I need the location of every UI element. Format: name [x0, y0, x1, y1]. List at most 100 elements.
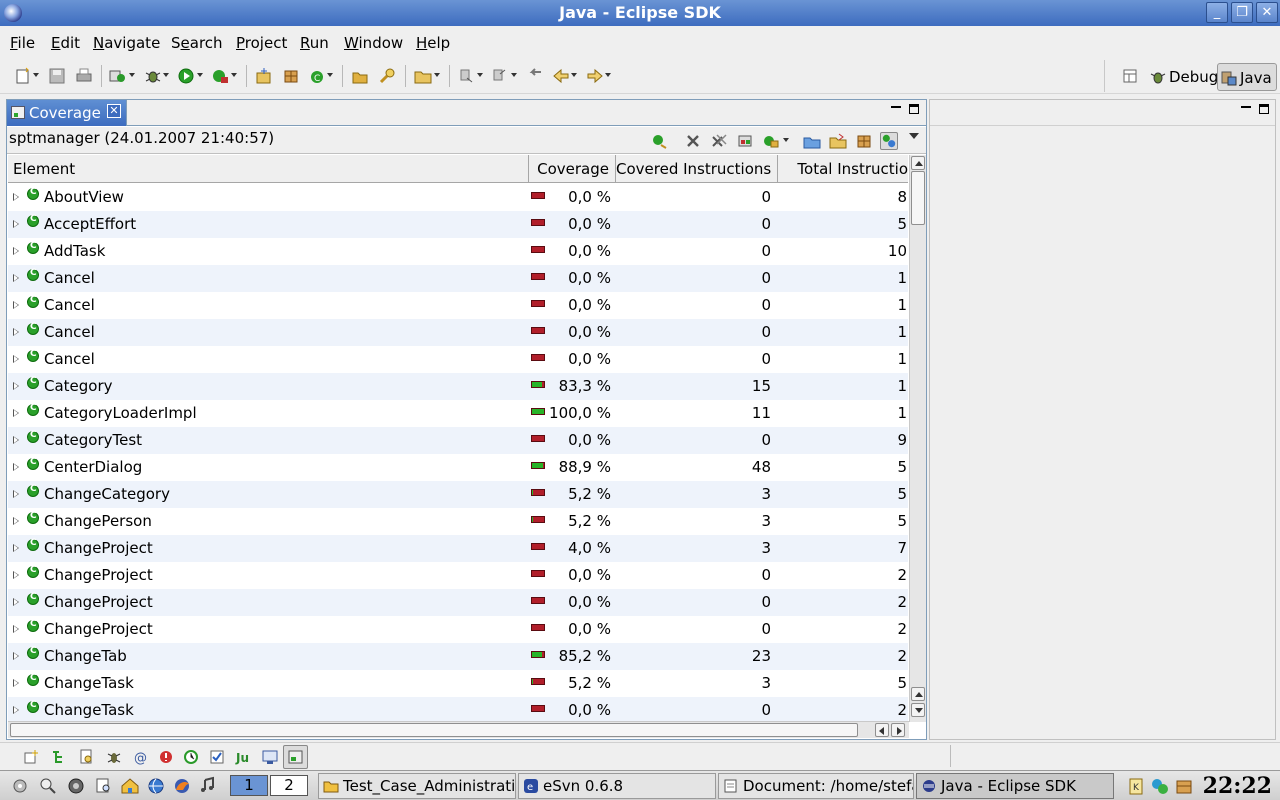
expand-arrow-icon[interactable] [13, 517, 19, 525]
forward-dropdown-icon[interactable] [605, 73, 611, 77]
coverage-run-icon[interactable] [108, 67, 126, 85]
minimize-view-icon[interactable] [891, 102, 901, 112]
menu-navigate[interactable]: Navigate [93, 34, 160, 52]
prev-annotation-dropdown-icon[interactable] [511, 73, 517, 77]
table-row[interactable]: Cancel 0,0 % 0 1 [8, 346, 908, 373]
menu-project[interactable]: Project [236, 34, 287, 52]
table-row[interactable]: ChangeTab 85,2 % 23 2 [8, 643, 908, 670]
table-row[interactable]: CategoryLoaderImpl100,0 %111 [8, 400, 908, 427]
error-log-icon[interactable] [157, 748, 175, 766]
expand-arrow-icon[interactable] [13, 706, 19, 714]
show-types-icon[interactable] [880, 132, 898, 150]
expand-arrow-icon[interactable] [13, 490, 19, 498]
menu-run[interactable]: Run [300, 34, 329, 52]
new-java-project-icon[interactable] [255, 67, 273, 85]
find-files-icon[interactable] [94, 776, 114, 796]
table-row[interactable]: AcceptEffort 0,0 % 0 5 [8, 211, 908, 238]
debug-perspective-button[interactable]: Debug [1147, 63, 1218, 91]
close-button[interactable]: ✕ [1256, 2, 1278, 23]
system-icon[interactable] [66, 776, 86, 796]
menu-help[interactable]: Help [416, 34, 450, 52]
expand-arrow-icon[interactable] [13, 625, 19, 633]
firefox-icon[interactable] [172, 776, 192, 796]
relaunch-icon[interactable] [651, 132, 669, 150]
minimize-button[interactable]: _ [1206, 2, 1228, 23]
maximize-panel-icon[interactable] [1259, 104, 1269, 114]
last-edit-icon[interactable] [526, 67, 544, 85]
kde-menu-icon[interactable] [10, 776, 30, 796]
folder-dropdown-icon[interactable] [434, 73, 440, 77]
browser-icon[interactable] [146, 776, 166, 796]
back-icon[interactable] [552, 67, 570, 85]
menu-edit[interactable]: Edit [51, 34, 80, 52]
menu-file[interactable]: File [10, 34, 35, 52]
scroll-down-button[interactable] [911, 703, 925, 717]
open-folder-icon[interactable] [414, 67, 432, 85]
table-row[interactable]: ChangeTask 0,0 % 0 2 [8, 697, 908, 722]
run-dropdown-icon[interactable] [197, 73, 203, 77]
table-row[interactable]: CenterDialog 88,9 % 48 5 [8, 454, 908, 481]
hierarchy-view-icon[interactable] [50, 748, 68, 766]
remove-session-icon[interactable] [684, 132, 702, 150]
scroll-up-button-lower[interactable] [911, 687, 925, 701]
table-row[interactable]: Cancel 0,0 % 0 1 [8, 292, 908, 319]
debug-dropdown-icon[interactable] [163, 73, 169, 77]
column-header-coverage[interactable]: Coverage [529, 155, 616, 183]
expand-arrow-icon[interactable] [13, 355, 19, 363]
expand-arrow-icon[interactable] [13, 544, 19, 552]
search-icon[interactable] [378, 67, 396, 85]
table-row[interactable]: ChangePerson 5,2 % 3 5 [8, 508, 908, 535]
expand-arrow-icon[interactable] [13, 463, 19, 471]
show-view-icon[interactable] [22, 748, 40, 766]
show-packages-icon[interactable] [855, 132, 873, 150]
expand-arrow-icon[interactable] [13, 301, 19, 309]
forward-icon[interactable] [586, 67, 604, 85]
desktop-1-button[interactable]: 1 [230, 775, 268, 796]
maximize-view-icon[interactable] [909, 104, 919, 114]
table-row[interactable]: ChangeProject 0,0 % 0 2 [8, 589, 908, 616]
table-row[interactable]: ChangeTask 5,2 % 3 5 [8, 670, 908, 697]
history-view-icon[interactable] [182, 748, 200, 766]
menu-search[interactable]: Search [171, 34, 223, 52]
expand-arrow-icon[interactable] [13, 436, 19, 444]
new-class-icon[interactable]: C [309, 67, 327, 85]
table-row[interactable]: Category 83,3 % 15 1 [8, 373, 908, 400]
horizontal-scroll-thumb[interactable] [10, 723, 858, 737]
prev-annotation-icon[interactable] [491, 67, 509, 85]
new-class-dropdown-icon[interactable] [327, 73, 333, 77]
coverage-dropdown-icon[interactable] [129, 73, 135, 77]
expand-arrow-icon[interactable] [13, 652, 19, 660]
table-row[interactable]: ChangeCategory 5,2 % 3 5 [8, 481, 908, 508]
debug-view-icon[interactable] [105, 748, 123, 766]
expand-arrow-icon[interactable] [13, 247, 19, 255]
view-menu-icon[interactable] [909, 133, 919, 139]
new-dropdown-icon[interactable] [33, 73, 39, 77]
expand-arrow-icon[interactable] [13, 328, 19, 336]
next-annotation-dropdown-icon[interactable] [477, 73, 483, 77]
expand-arrow-icon[interactable] [13, 274, 19, 282]
select-session-dropdown-icon[interactable] [783, 138, 789, 142]
table-row[interactable]: AboutView 0,0 % 0 8 [8, 184, 908, 211]
horizontal-scrollbar[interactable] [8, 721, 909, 738]
network-tray-icon[interactable] [1150, 776, 1170, 796]
klipper-icon[interactable]: K [1126, 776, 1146, 796]
close-tab-icon[interactable]: ✕ [107, 104, 121, 118]
javadoc-view-icon[interactable]: @ [131, 748, 149, 766]
column-header-covered-instructions[interactable]: Covered Instructions [616, 155, 778, 183]
column-header-total-instructions[interactable]: Total Instructio [778, 155, 908, 183]
print-icon[interactable] [75, 67, 93, 85]
next-annotation-icon[interactable] [458, 67, 476, 85]
task-test-case-administration[interactable]: Test_Case_Administration [318, 773, 516, 799]
table-row[interactable]: CategoryTest 0,0 % 0 9 [8, 427, 908, 454]
show-desktop-icon[interactable] [38, 776, 58, 796]
desktop-2-button[interactable]: 2 [270, 775, 308, 796]
open-perspective-icon[interactable] [1121, 67, 1139, 85]
maximize-button[interactable]: ❐ [1231, 2, 1253, 23]
vertical-scroll-thumb[interactable] [911, 171, 925, 225]
console-view-icon[interactable] [261, 748, 279, 766]
expand-arrow-icon[interactable] [13, 409, 19, 417]
home-folder-icon[interactable] [120, 776, 140, 796]
new-icon[interactable] [14, 67, 32, 85]
merge-sessions-icon[interactable] [736, 132, 754, 150]
debug-icon[interactable] [144, 67, 162, 85]
